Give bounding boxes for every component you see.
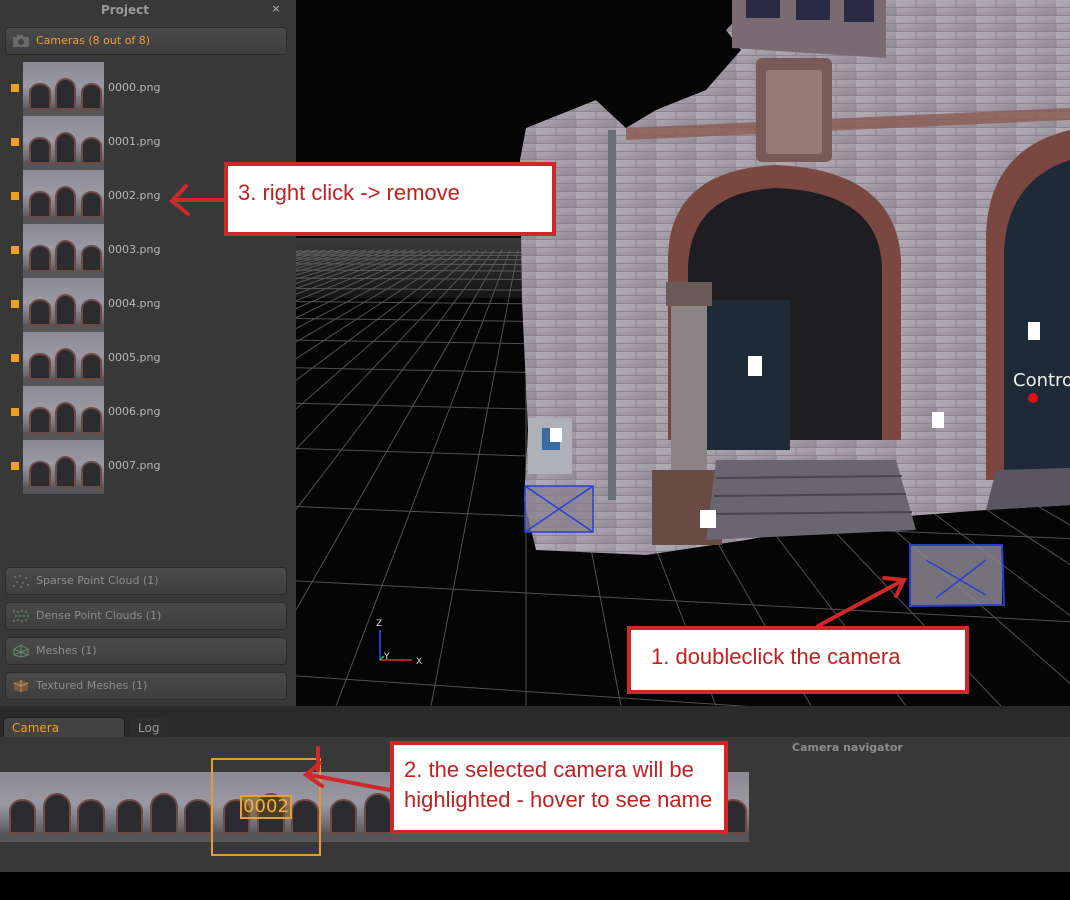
selected-camera-name-tooltip: 0002	[240, 795, 292, 819]
camera-filename: 0003.png	[108, 243, 161, 256]
window-bottom-edge	[0, 872, 1070, 900]
camera-status-dot	[11, 84, 19, 92]
project-panel: Project × Cameras (8 out of 8) 0000.png 0…	[0, 0, 296, 706]
camera-thumbnail[interactable]	[23, 116, 104, 170]
filmstrip-thumbnail[interactable]	[107, 772, 214, 842]
tab-log[interactable]: Log	[129, 717, 169, 739]
cameras-group-header[interactable]: Cameras (8 out of 8)	[5, 27, 287, 55]
camera-filename: 0004.png	[108, 297, 161, 310]
close-icon[interactable]: ×	[270, 0, 282, 20]
control-point-marker[interactable]	[1028, 393, 1038, 403]
annotation-step-1: 1. doubleclick the camera	[627, 626, 969, 694]
control-point-label: Contro	[1013, 370, 1070, 391]
camera-thumbnail[interactable]	[23, 62, 104, 116]
camera-filename: 0005.png	[108, 351, 161, 364]
scene-render: Contro Z Y X	[296, 0, 1070, 706]
tab-camera-navigator[interactable]: Camera Navigator	[3, 717, 125, 755]
dense-cloud-icon	[13, 610, 29, 622]
camera-thumbnail[interactable]	[23, 224, 104, 278]
camera-thumbnail[interactable]	[23, 332, 104, 386]
navigator-title: Camera navigator	[792, 741, 903, 754]
camera-frustum-left[interactable]	[524, 485, 594, 533]
meshes-group[interactable]: Meshes (1)	[5, 637, 287, 665]
mesh-icon	[13, 644, 29, 658]
camera-status-dot	[11, 462, 19, 470]
filmstrip-thumbnail[interactable]	[0, 772, 107, 842]
axis-y-label: Y	[383, 652, 390, 662]
bottom-tab-bar: Camera Navigator Log	[0, 706, 1070, 755]
textured-meshes-label: Textured Meshes (1)	[36, 679, 148, 692]
camera-list-item[interactable]: 0004.png	[0, 278, 296, 332]
camera-filename: 0006.png	[108, 405, 161, 418]
camera-thumbnail[interactable]	[23, 386, 104, 440]
annotation-step-2: 2. the selected camera will be highlight…	[390, 741, 728, 834]
camera-filename: 0001.png	[108, 135, 161, 148]
camera-filename: 0000.png	[108, 81, 161, 94]
camera-status-dot	[11, 138, 19, 146]
textured-mesh-icon	[13, 680, 29, 692]
point-cloud-icon	[13, 575, 29, 588]
axis-z-label: Z	[376, 619, 382, 629]
camera-status-dot	[11, 354, 19, 362]
textured-meshes-group[interactable]: Textured Meshes (1)	[5, 672, 287, 700]
camera-filename: 0002.png	[108, 189, 161, 202]
camera-frustum-selected[interactable]	[909, 544, 1006, 608]
camera-thumbnail[interactable]	[23, 170, 104, 224]
camera-list-item[interactable]: 0006.png	[0, 386, 296, 440]
camera-icon	[13, 35, 29, 47]
camera-list-item[interactable]: 0007.png	[0, 440, 296, 494]
building-mesh	[520, 0, 1070, 555]
camera-list-item[interactable]: 0000.png	[0, 62, 296, 116]
camera-status-dot	[11, 408, 19, 416]
annotation-step-3: 3. right click -> remove	[224, 162, 556, 236]
camera-list-item[interactable]: 0005.png	[0, 332, 296, 386]
camera-thumbnail[interactable]	[23, 440, 104, 494]
camera-status-dot	[11, 192, 19, 200]
panel-title: Project	[100, 3, 150, 17]
camera-status-dot	[11, 246, 19, 254]
axis-x-label: X	[416, 657, 422, 667]
axis-gizmo: Z Y X	[376, 619, 422, 667]
cameras-group-label: Cameras (8 out of 8)	[36, 34, 151, 47]
sparse-point-cloud-label: Sparse Point Cloud (1)	[36, 574, 159, 587]
dense-point-clouds-group[interactable]: Dense Point Clouds (1)	[5, 602, 287, 630]
camera-filename: 0007.png	[108, 459, 161, 472]
3d-viewport[interactable]: Contro Z Y X	[296, 0, 1070, 706]
camera-status-dot	[11, 300, 19, 308]
camera-thumbnail[interactable]	[23, 278, 104, 332]
dense-point-clouds-label: Dense Point Clouds (1)	[36, 609, 162, 622]
meshes-label: Meshes (1)	[36, 644, 97, 657]
sparse-point-cloud-group[interactable]: Sparse Point Cloud (1)	[5, 567, 287, 595]
